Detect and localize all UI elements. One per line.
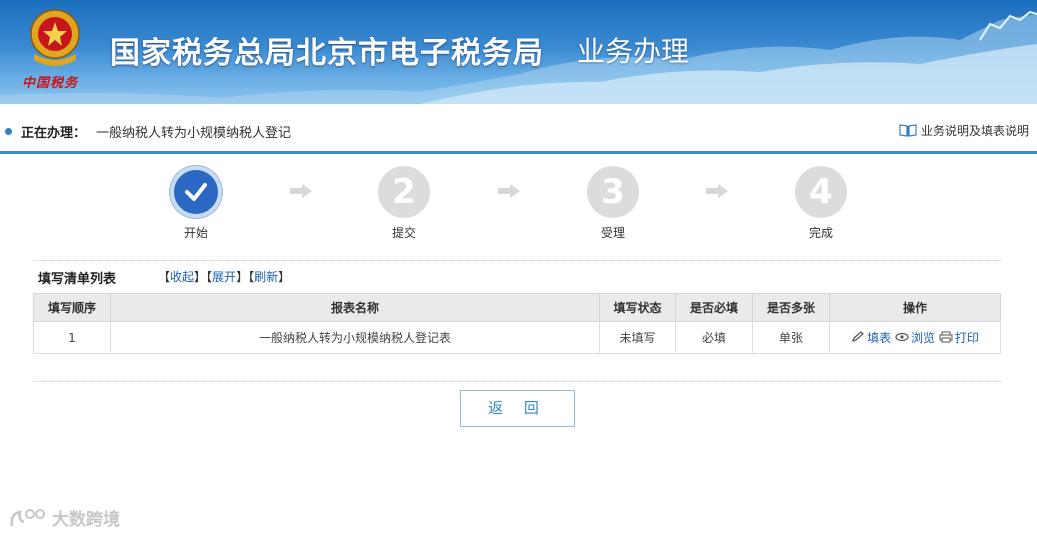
site-subtitle: 业务办理 <box>577 35 690 68</box>
help-link-label: 业务说明及填表说明 <box>920 124 1029 138</box>
row-name: 一般纳税人转为小规模纳税人登记表 <box>110 321 600 354</box>
current-task-bar: 正在办理： 一般纳税人转为小规模纳税人登记 业务说明及填表说明 <box>0 104 1037 154</box>
header-banner: 中国税务 国家税务总局北京市电子税务局 业务办理 <box>0 0 1037 104</box>
fill-form-link[interactable]: 填表 <box>851 329 891 346</box>
step-label: 开始 <box>183 226 208 240</box>
list-title: 填写清单列表 <box>38 272 117 287</box>
step-label: 完成 <box>808 226 833 240</box>
collapse-link[interactable]: 收起 <box>170 270 194 284</box>
arrow-right-icon <box>290 184 312 198</box>
step-number: 2 <box>378 166 430 218</box>
step-check-icon <box>170 166 222 218</box>
list-actions: 【收起】【展开】【刷新】 <box>158 270 291 284</box>
progress-steps: 开始 2 提交 3 受理 4 完成 <box>0 166 1037 246</box>
row-required: 必填 <box>675 321 753 354</box>
arrow-right-icon <box>498 184 520 198</box>
bullet-icon <box>5 128 12 135</box>
step-number: 4 <box>795 166 847 218</box>
back-button[interactable]: 返 回 <box>460 390 575 427</box>
refresh-link[interactable]: 刷新 <box>254 270 278 284</box>
help-link[interactable]: 业务说明及填表说明 <box>899 122 1029 139</box>
step-submit: 2 提交 <box>359 166 449 241</box>
view-link[interactable]: 浏览 <box>895 329 935 346</box>
row-multiple: 单张 <box>752 321 830 354</box>
view-label: 浏览 <box>910 330 935 345</box>
col-ops: 操作 <box>829 293 1001 322</box>
watermark-text: 大数跨境 <box>52 510 120 530</box>
current-task-prefix: 正在办理： <box>21 126 87 141</box>
row-order: 1 <box>33 321 111 354</box>
col-order: 填写顺序 <box>33 293 111 322</box>
table-header-row: 填写顺序 报表名称 填写状态 是否必填 是否多张 操作 <box>33 293 1001 322</box>
eye-icon <box>895 333 909 342</box>
step-start: 开始 <box>151 166 241 241</box>
current-task-name: 一般纳税人转为小规模纳税人登记 <box>96 126 292 141</box>
divider <box>33 260 1001 261</box>
row-ops: 填表 浏览 打印 <box>829 321 1001 354</box>
site-title: 国家税务总局北京市电子税务局 <box>110 36 544 71</box>
emblem-caption: 中国税务 <box>22 76 79 91</box>
step-number: 3 <box>587 166 639 218</box>
watermark: 大数跨境 <box>8 505 120 530</box>
divider <box>33 381 1001 382</box>
form-list-table: 填写顺序 报表名称 填写状态 是否必填 是否多张 操作 1 一般纳税人转为小规模… <box>33 293 1001 354</box>
step-label: 提交 <box>391 226 416 240</box>
pencil-icon <box>852 331 865 343</box>
row-status: 未填写 <box>599 321 676 354</box>
print-label: 打印 <box>954 330 979 345</box>
arrow-right-icon <box>706 184 728 198</box>
col-name: 报表名称 <box>110 293 600 322</box>
fill-form-label: 填表 <box>867 330 892 345</box>
watermark-logo-icon <box>10 508 45 526</box>
table-row: 1 一般纳税人转为小规模纳税人登记表 未填写 必填 单张 填表 浏览 打印 <box>33 321 1001 354</box>
col-status: 填写状态 <box>599 293 676 322</box>
print-link[interactable]: 打印 <box>939 329 979 346</box>
book-icon <box>899 124 917 137</box>
step-label: 受理 <box>600 226 625 240</box>
printer-icon <box>939 331 953 343</box>
step-complete: 4 完成 <box>776 166 866 241</box>
expand-link[interactable]: 展开 <box>212 270 236 284</box>
col-multiple: 是否多张 <box>752 293 830 322</box>
col-required: 是否必填 <box>675 293 753 322</box>
step-accept: 3 受理 <box>568 166 658 241</box>
